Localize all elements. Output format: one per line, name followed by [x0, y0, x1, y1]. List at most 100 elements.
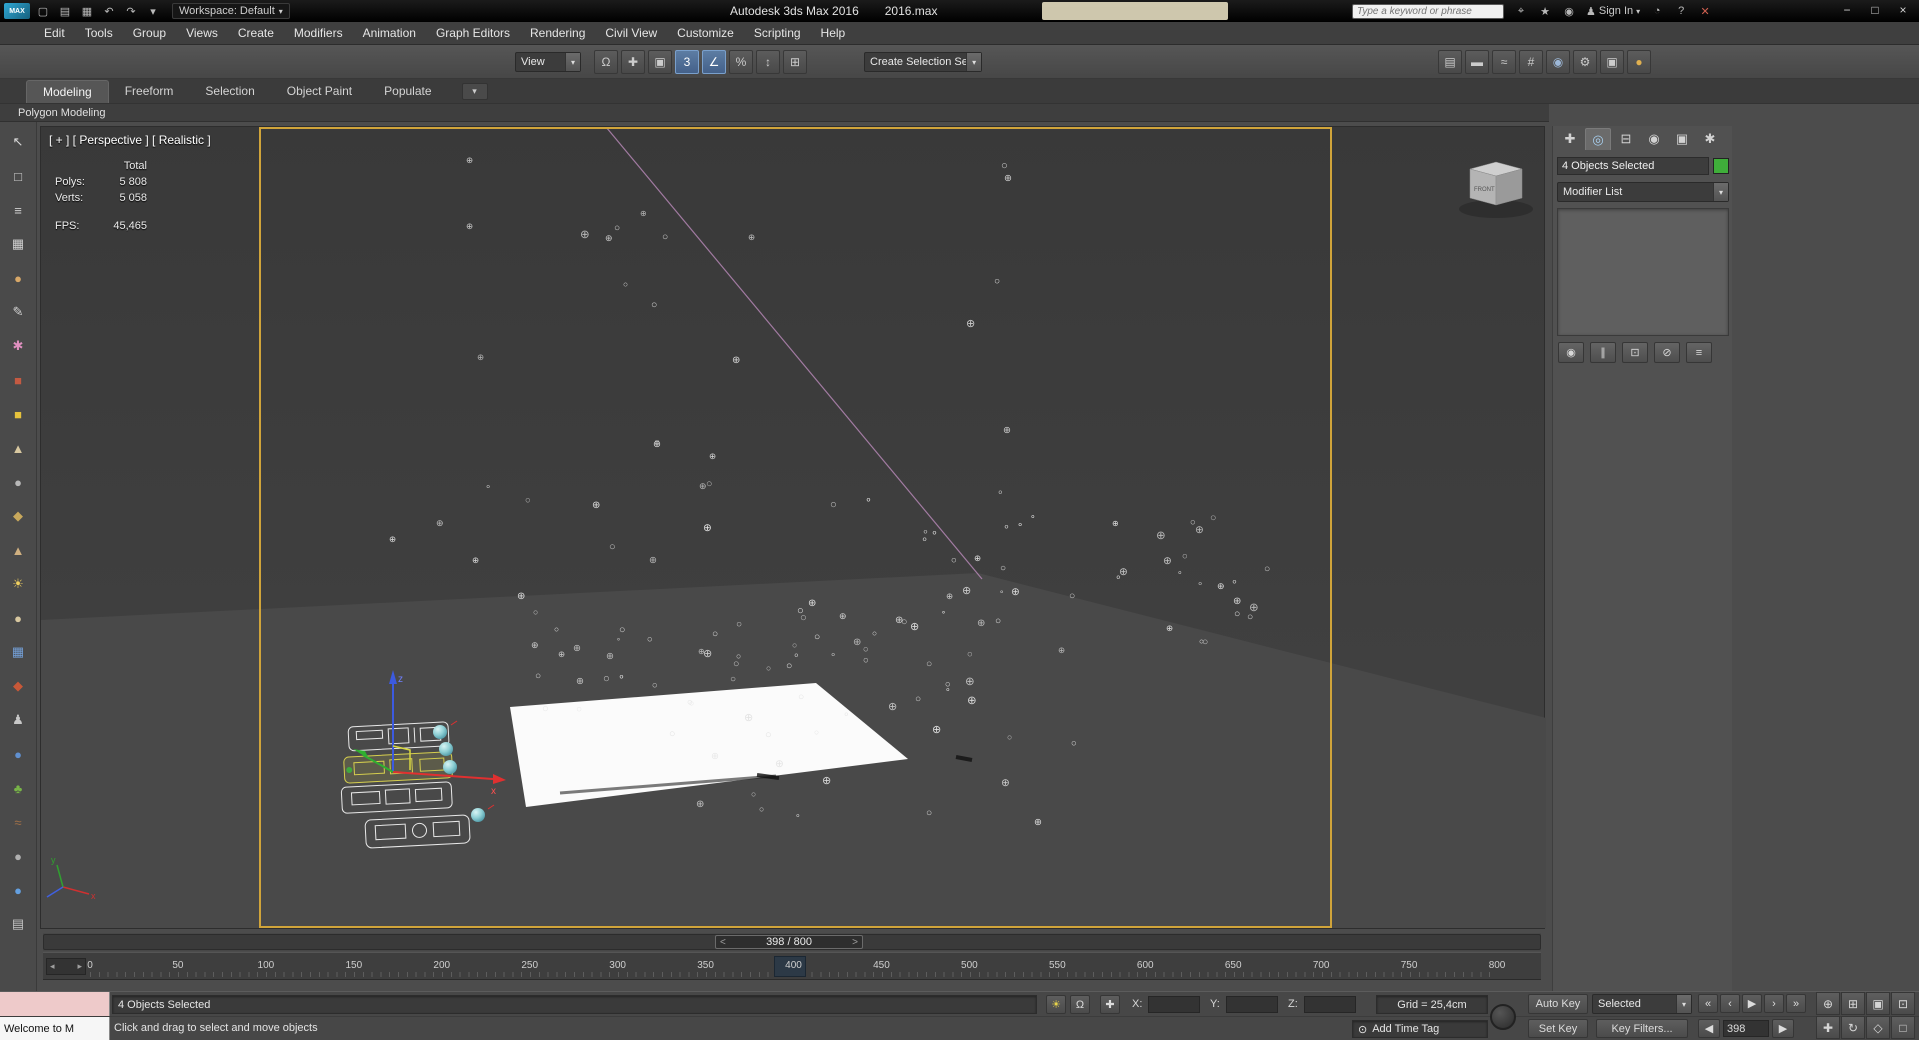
zoom-region-icon[interactable]: ⊡ [1891, 992, 1915, 1015]
configure-sets-button[interactable]: ≡ [1686, 342, 1712, 363]
light-icon[interactable]: ☀ [6, 572, 30, 596]
object-color-swatch[interactable] [1713, 158, 1729, 174]
circle-blue-icon[interactable]: ● [6, 878, 30, 902]
grid-array-icon[interactable]: ▦ [6, 640, 30, 664]
tab-utilities[interactable]: ✱ [1697, 128, 1723, 150]
layers-grid-icon[interactable]: ▦ [6, 232, 30, 256]
selection-lock-icon[interactable]: Ω [594, 50, 618, 74]
named-selection-set-dropdown[interactable]: Create Selection Se ▾ [864, 52, 982, 72]
wave-icon[interactable]: ≈ [6, 810, 30, 834]
minimize-button[interactable]: − [1833, 0, 1861, 19]
save-file-icon[interactable]: ▦ [78, 3, 96, 19]
tab-freeform[interactable]: Freeform [109, 80, 190, 103]
go-to-end-button[interactable]: » [1786, 994, 1806, 1013]
box-red-icon[interactable]: ■ [6, 368, 30, 392]
set-key-toggle-button[interactable] [1490, 1004, 1516, 1030]
selection-lock-icon[interactable]: Ω [1070, 995, 1090, 1014]
zoom-all-icon[interactable]: ⊞ [1841, 992, 1865, 1015]
range-right-icon[interactable]: ▸ [77, 961, 82, 972]
zoom-icon[interactable]: ⊕ [1816, 992, 1840, 1015]
track-bar-range-widget[interactable]: ◂ ▸ [46, 958, 86, 975]
workspace-dropdown[interactable]: Workspace: Default ▾ [172, 3, 290, 19]
figure-icon[interactable]: ♟ [6, 708, 30, 732]
material-editor-icon[interactable]: ◉ [1546, 50, 1570, 74]
pyramid-icon[interactable]: ▲ [6, 538, 30, 562]
teapot-icon[interactable]: ● [6, 266, 30, 290]
tab-populate[interactable]: Populate [368, 80, 447, 103]
open-file-icon[interactable]: ▤ [56, 3, 74, 19]
maximize-viewport-icon[interactable]: □ [1891, 1016, 1915, 1039]
keyboard-override-icon[interactable]: ⊞ [783, 50, 807, 74]
key-mode-dropdown[interactable]: Selected ▾ [1592, 994, 1692, 1014]
max-logo[interactable]: MAX [4, 3, 30, 19]
tab-display[interactable]: ▣ [1669, 128, 1695, 150]
next-frame-button[interactable]: › [1764, 994, 1784, 1013]
time-slider-track[interactable]: < 398 / 800 > [43, 934, 1541, 950]
key-filters-button[interactable]: Key Filters... [1596, 1019, 1688, 1038]
communication-center-icon[interactable]: ◉ [1560, 3, 1578, 19]
select-region-icon[interactable]: □ [6, 164, 30, 188]
view-dropdown[interactable]: View ▾ [515, 52, 581, 72]
menu-scripting[interactable]: Scripting [744, 22, 811, 44]
modifier-list-dropdown[interactable]: Modifier List ▾ [1557, 182, 1729, 202]
range-left-icon[interactable]: ◂ [50, 961, 55, 972]
sphere-icon[interactable]: ● [6, 470, 30, 494]
pencil-icon[interactable]: ✎ [6, 300, 30, 324]
snaps-toggle-icon[interactable]: 3 [675, 50, 699, 74]
sphere-tan-icon[interactable]: ● [6, 606, 30, 630]
search-input[interactable] [1352, 3, 1504, 19]
menu-group[interactable]: Group [123, 22, 176, 44]
isolate-selection-icon[interactable]: ☀ [1046, 995, 1066, 1014]
pin-stack-button[interactable]: ◉ [1558, 342, 1584, 363]
cone-icon[interactable]: ▲ [6, 436, 30, 460]
viewcube[interactable]: FRONT [1459, 161, 1533, 218]
next-key-button[interactable]: ▶ [1772, 1019, 1794, 1038]
ribbon-panel-strip[interactable]: Polygon Modeling [0, 104, 1549, 122]
go-to-start-button[interactable]: « [1698, 994, 1718, 1013]
z-coordinate-field[interactable] [1304, 996, 1356, 1013]
modifier-stack[interactable] [1557, 208, 1729, 336]
absolute-offset-toggle-icon[interactable]: ✚ [1100, 995, 1120, 1014]
menu-animation[interactable]: Animation [353, 22, 426, 44]
orbit-icon[interactable]: ↻ [1841, 1016, 1865, 1039]
previous-frame-button[interactable]: ‹ [1720, 994, 1740, 1013]
menu-tools[interactable]: Tools [75, 22, 123, 44]
project-folder-icon[interactable]: ▾ [144, 3, 162, 19]
tab-object-paint[interactable]: Object Paint [271, 80, 368, 103]
close-button[interactable]: × [1889, 0, 1917, 19]
ribbon-toggle-icon[interactable]: ▬ [1465, 50, 1489, 74]
redo-icon[interactable]: ↷ [122, 3, 140, 19]
object-name-field[interactable]: 4 Objects Selected [1557, 157, 1709, 175]
frame-forward-icon[interactable]: > [852, 937, 858, 948]
box-yellow-icon[interactable]: ■ [6, 402, 30, 426]
favorites-star-icon[interactable]: ★ [1536, 3, 1554, 19]
foliage-icon[interactable]: ♣ [6, 776, 30, 800]
menu-rendering[interactable]: Rendering [520, 22, 595, 44]
play-button[interactable]: ▶ [1742, 994, 1762, 1013]
schematic-view-icon[interactable]: # [1519, 50, 1543, 74]
current-frame-field[interactable] [1723, 1020, 1769, 1037]
track-bar[interactable]: ◂ ▸ 0 50 100 150 200 250 300 350 400 450 500 550 600… [43, 952, 1541, 980]
render-setup-icon[interactable]: ⚙ [1573, 50, 1597, 74]
paint-icon[interactable]: ◆ [6, 674, 30, 698]
sign-in-button[interactable]: ♟ Sign In ▾ [1586, 5, 1640, 18]
remove-modifier-button[interactable]: ⊘ [1654, 342, 1680, 363]
tab-modify[interactable]: ◎ [1585, 128, 1611, 150]
select-object-icon[interactable]: ↖ [6, 130, 30, 154]
notes-icon[interactable]: ▤ [6, 912, 30, 936]
pan-icon[interactable]: ✚ [1816, 1016, 1840, 1039]
select-and-move-icon[interactable]: ✚ [621, 50, 645, 74]
perspective-viewport[interactable]: z x FRONT x y ○ ⊕ ○ ⊕ ⊕ ⊕ ⊕ ⊕ ○ ⊕ ⊕ ○ ⊕ … [40, 126, 1546, 929]
globe-icon[interactable]: ● [6, 742, 30, 766]
frame-back-icon[interactable]: < [720, 937, 726, 948]
helix-icon[interactable]: ✱ [6, 334, 30, 358]
percent-snap-icon[interactable]: % [729, 50, 753, 74]
a360-icon[interactable]: ◔ [1648, 3, 1666, 19]
spinner-snap-icon[interactable]: ↕ [756, 50, 780, 74]
tab-create[interactable]: ✚ [1557, 128, 1583, 150]
help-icon[interactable]: ? [1672, 3, 1690, 19]
ribbon-config-icon[interactable]: ▾ [461, 83, 488, 100]
menu-views[interactable]: Views [176, 22, 228, 44]
auto-key-button[interactable]: Auto Key [1528, 994, 1588, 1014]
sphere-gray-icon[interactable]: ● [6, 844, 30, 868]
